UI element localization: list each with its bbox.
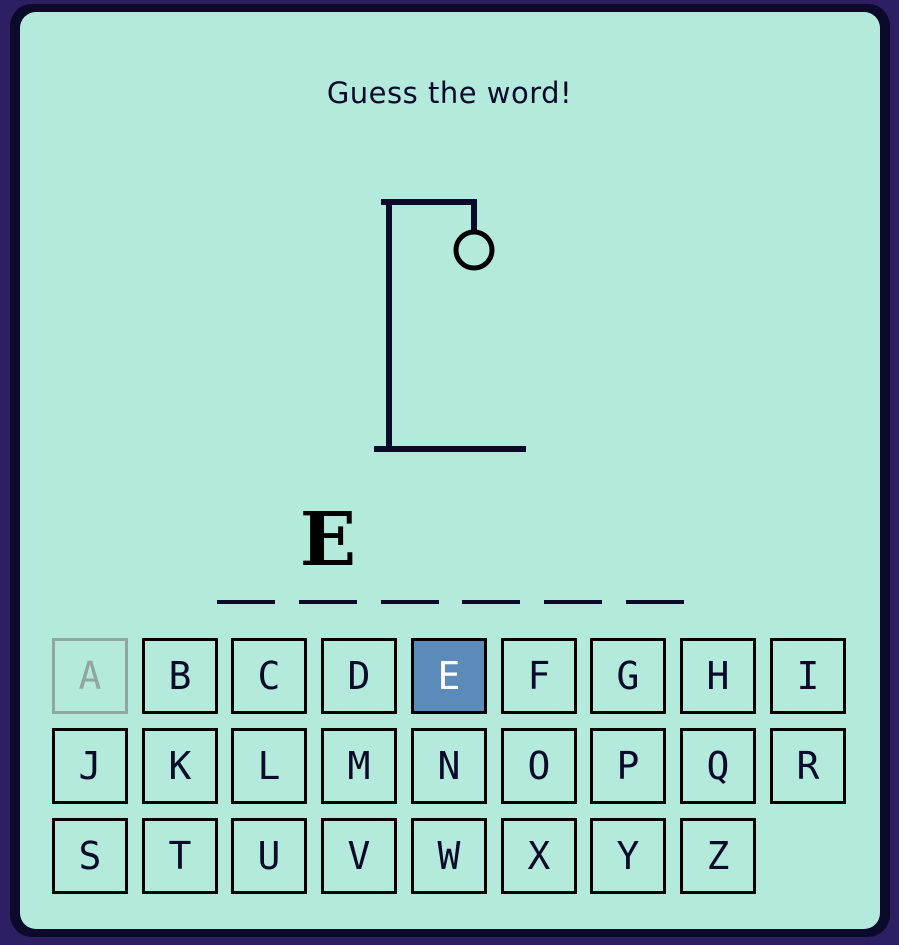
key-h[interactable]: H <box>680 638 756 714</box>
key-d[interactable]: D <box>321 638 397 714</box>
key-e[interactable]: E <box>411 638 487 714</box>
key-i[interactable]: I <box>770 638 846 714</box>
key-b[interactable]: B <box>142 638 218 714</box>
word-blank-2 <box>299 600 357 604</box>
key-j[interactable]: J <box>52 728 128 804</box>
hangman-head <box>453 229 495 271</box>
key-n[interactable]: N <box>411 728 487 804</box>
key-z[interactable]: Z <box>680 818 756 894</box>
key-f[interactable]: F <box>501 638 577 714</box>
key-l[interactable]: L <box>231 728 307 804</box>
key-k[interactable]: K <box>142 728 218 804</box>
key-y[interactable]: Y <box>590 818 666 894</box>
word-blank-3 <box>381 600 439 604</box>
key-r[interactable]: R <box>770 728 846 804</box>
key-q[interactable]: Q <box>680 728 756 804</box>
word-blank-4 <box>462 600 520 604</box>
key-p[interactable]: P <box>590 728 666 804</box>
key-s[interactable]: S <box>52 818 128 894</box>
key-t[interactable]: T <box>142 818 218 894</box>
word-blank-5 <box>544 600 602 604</box>
key-w[interactable]: W <box>411 818 487 894</box>
key-c[interactable]: C <box>231 638 307 714</box>
word-blank-6 <box>626 600 684 604</box>
key-m[interactable]: M <box>321 728 397 804</box>
word-letter-2: E <box>299 497 357 583</box>
key-u[interactable]: U <box>231 818 307 894</box>
word-blank-1 <box>217 600 275 604</box>
key-g[interactable]: G <box>590 638 666 714</box>
key-o[interactable]: O <box>501 728 577 804</box>
key-v[interactable]: V <box>321 818 397 894</box>
key-a[interactable]: A <box>52 638 128 714</box>
key-x[interactable]: X <box>501 818 577 894</box>
